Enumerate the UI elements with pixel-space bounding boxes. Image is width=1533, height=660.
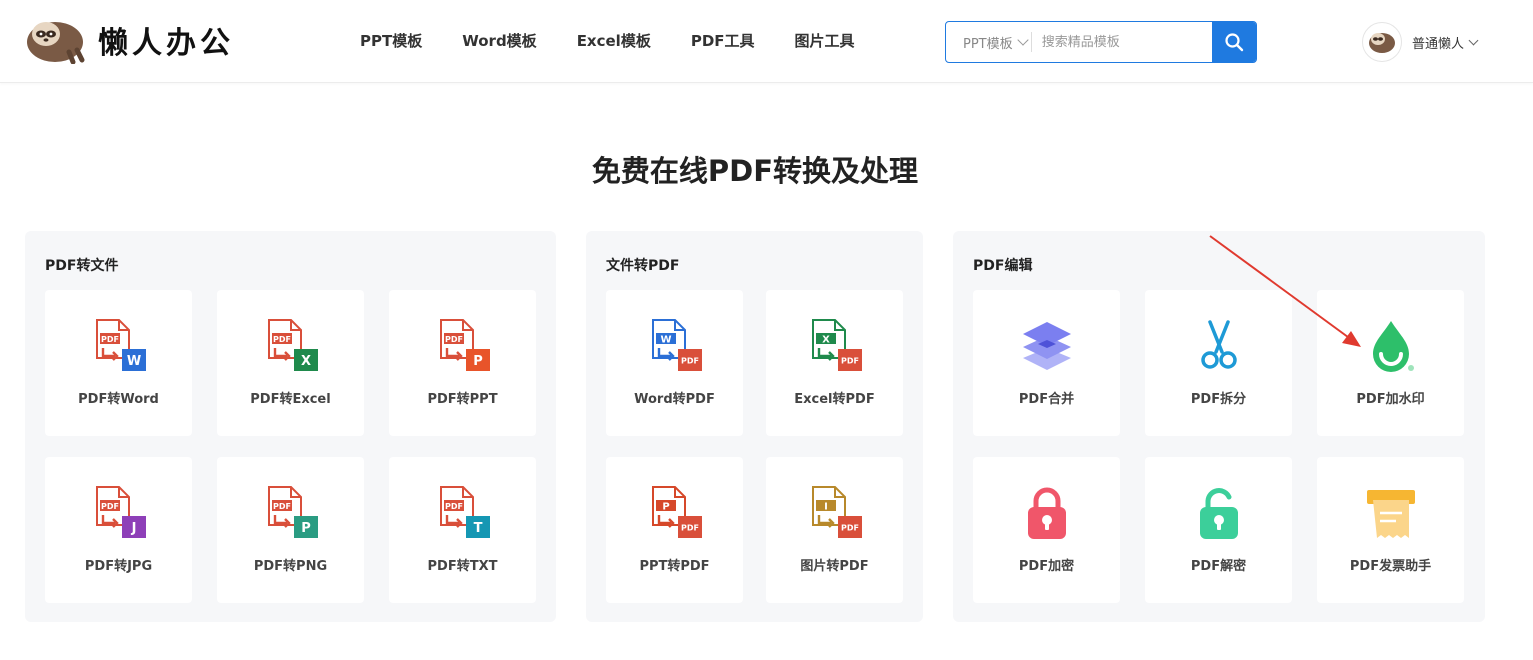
card-label: PDF转PNG [253, 559, 328, 574]
svg-text:PDF: PDF [273, 502, 291, 511]
card-label: PDF转TXT [427, 559, 498, 574]
card-image-to-pdf[interactable]: I PDF 图片转PDF [766, 457, 903, 603]
panel-pdf-edit: PDF编辑 PDF合并 PDF拆分 PDF加水印 PDF加密 PDF解密 PDF… [953, 231, 1485, 622]
unlock-icon [1199, 488, 1238, 539]
card-pdf-to-excel[interactable]: PDF X PDF转Excel [217, 290, 364, 436]
card-label: PDF转PPT [427, 392, 498, 407]
user-name: 普通懒人 [1412, 36, 1465, 52]
pdf-to-word-icon: PDF W [95, 319, 146, 371]
pdf-to-excel-icon: PDF X [267, 319, 318, 371]
card-label: PDF加密 [1018, 559, 1075, 574]
panel-title: 文件转PDF [606, 258, 680, 274]
svg-text:PDF: PDF [273, 335, 291, 344]
main-nav: PPT模板 Word模板 Excel模板 PDF工具 图片工具 [360, 30, 895, 51]
chevron-down-icon [1016, 34, 1029, 46]
svg-text:W: W [660, 335, 671, 346]
svg-text:PDF: PDF [101, 335, 119, 344]
svg-text:PDF: PDF [841, 357, 859, 366]
sloth-avatar-icon [1369, 33, 1395, 53]
svg-text:PDF: PDF [445, 502, 463, 511]
card-word-to-pdf[interactable]: W PDF Word转PDF [606, 290, 743, 436]
invoice-icon [1366, 490, 1415, 538]
nav-excel-templates[interactable]: Excel模板 [577, 30, 651, 51]
svg-text:W: W [126, 354, 140, 369]
svg-text:PDF: PDF [841, 524, 859, 533]
card-label: 图片转PDF [800, 559, 869, 574]
card-label: PDF拆分 [1190, 392, 1247, 407]
svg-text:PDF: PDF [681, 524, 699, 533]
card-excel-to-pdf[interactable]: X PDF Excel转PDF [766, 290, 903, 436]
card-label: PDF合并 [1018, 392, 1075, 407]
card-label: PDF转Excel [250, 392, 331, 407]
panel-pdf-to-file: PDF转文件 PDF W PDF转Word PDF X PDF转Excel PD… [25, 231, 556, 622]
pdf-to-png-icon: PDF P [267, 486, 318, 538]
nav-word-templates[interactable]: Word模板 [462, 30, 536, 51]
svg-text:PDF: PDF [681, 357, 699, 366]
site-logo[interactable]: 懒人办公 [24, 16, 234, 64]
svg-text:P: P [473, 354, 483, 369]
card-pdf-watermark[interactable]: PDF加水印 [1317, 290, 1464, 436]
card-label: Excel转PDF [794, 392, 875, 407]
panel-file-to-pdf: 文件转PDF W PDF Word转PDF X PDF Excel转PDF P … [586, 231, 923, 622]
search-button[interactable] [1211, 22, 1256, 62]
panel-title: PDF转文件 [45, 258, 119, 274]
card-pdf-invoice[interactable]: PDF发票助手 [1317, 457, 1464, 603]
search-icon [1225, 33, 1244, 52]
excel-to-pdf-icon: X PDF [811, 319, 862, 371]
ppt-to-pdf-icon: P PDF [651, 486, 702, 538]
svg-text:I: I [824, 502, 828, 513]
nav-ppt-templates[interactable]: PPT模板 [360, 30, 422, 51]
user-menu[interactable]: 普通懒人 [1362, 22, 1479, 62]
card-pdf-to-word[interactable]: PDF W PDF转Word [45, 290, 192, 436]
panel-title: PDF编辑 [973, 258, 1033, 274]
pdf-to-ppt-icon: PDF P [439, 319, 490, 371]
pdf-to-txt-icon: PDF T [439, 486, 490, 538]
svg-text:PDF: PDF [445, 335, 463, 344]
card-label: PDF发票助手 [1349, 559, 1432, 574]
card-label: PDF转Word [78, 392, 159, 407]
card-label: PDF加水印 [1356, 392, 1425, 407]
word-to-pdf-icon: W PDF [651, 319, 702, 371]
svg-text:X: X [300, 354, 310, 369]
card-pdf-encrypt[interactable]: PDF加密 [973, 457, 1120, 603]
logo-text: 懒人办公 [98, 26, 234, 61]
chevron-down-icon [1468, 35, 1479, 45]
nav-image-tools[interactable]: 图片工具 [795, 30, 855, 51]
image-to-pdf-icon: I PDF [811, 486, 862, 538]
card-label: Word转PDF [634, 392, 715, 407]
water-drop-icon [1372, 321, 1414, 372]
svg-text:P: P [662, 502, 669, 513]
card-pdf-decrypt[interactable]: PDF解密 [1145, 457, 1292, 603]
page-title: 免费在线PDF转换及处理 [591, 154, 919, 188]
card-pdf-split[interactable]: PDF拆分 [1145, 290, 1292, 436]
pdf-to-jpg-icon: PDF J [95, 486, 146, 538]
svg-text:P: P [301, 521, 311, 536]
card-pdf-to-txt[interactable]: PDF T PDF转TXT [389, 457, 536, 603]
search-input[interactable] [1031, 22, 1212, 62]
card-pdf-to-ppt[interactable]: PDF P PDF转PPT [389, 290, 536, 436]
svg-text:X: X [822, 335, 830, 346]
card-label: PPT转PDF [639, 559, 710, 574]
avatar [1362, 22, 1402, 62]
card-pdf-to-jpg[interactable]: PDF J PDF转JPG [45, 457, 192, 603]
card-label: PDF解密 [1190, 559, 1247, 574]
nav-pdf-tools[interactable]: PDF工具 [691, 30, 755, 51]
svg-text:T: T [473, 521, 482, 536]
svg-text:PDF: PDF [101, 502, 119, 511]
search-bar: PPT模板 [945, 21, 1257, 63]
card-ppt-to-pdf[interactable]: P PDF PPT转PDF [606, 457, 743, 603]
card-pdf-to-png[interactable]: PDF P PDF转PNG [217, 457, 364, 603]
scissors-icon [1200, 320, 1237, 369]
top-header: 懒人办公 PPT模板 Word模板 Excel模板 PDF工具 图片工具 PPT… [0, 0, 1533, 83]
search-category-value: PPT模板 [963, 36, 1013, 52]
card-pdf-merge[interactable]: PDF合并 [973, 290, 1120, 436]
card-label: PDF转JPG [84, 559, 153, 574]
search-category-select[interactable]: PPT模板 [946, 22, 1032, 62]
lock-icon [1027, 487, 1066, 539]
layers-merge-icon [1022, 322, 1071, 370]
svg-text:J: J [130, 521, 136, 536]
sloth-logo-icon [27, 22, 85, 64]
